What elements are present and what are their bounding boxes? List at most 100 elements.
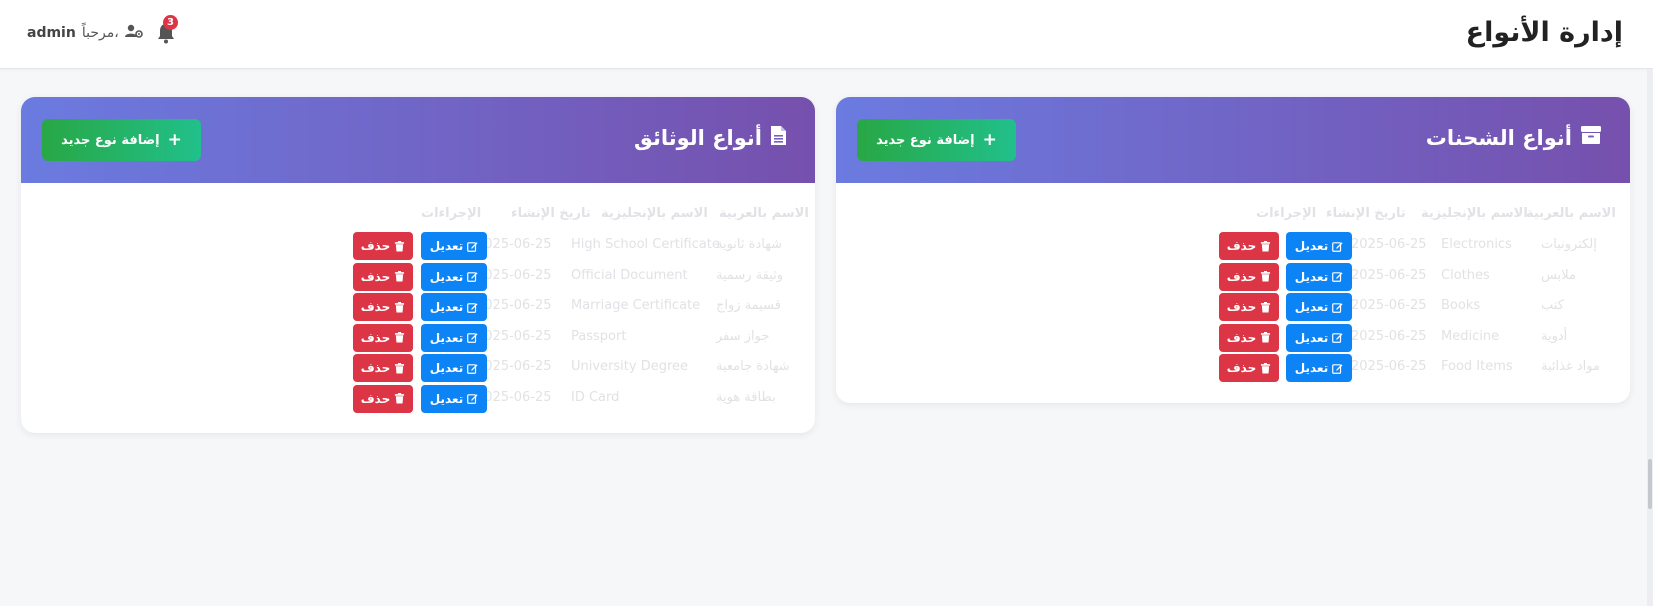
trash-icon — [395, 332, 405, 343]
trash-icon — [395, 393, 405, 404]
table-cell-date: 2025-06-25 — [476, 298, 552, 313]
delete-label: حذف — [1226, 269, 1257, 284]
table-cell-en: University Degree — [571, 359, 689, 374]
edit-icon — [1332, 333, 1343, 343]
card-header: أنواع الوثائق + إضافة نوع جديد — [21, 97, 815, 183]
edit-button[interactable]: تعديل — [421, 323, 487, 352]
table-cell-en: Official Document — [571, 267, 688, 283]
table-cell-date: 2025-06-25 — [476, 389, 552, 405]
edit-icon — [467, 394, 478, 404]
table-cell-en: Clothes — [1441, 267, 1490, 283]
table-cell-en: Passport — [571, 328, 627, 344]
table-cell-date: 2025-06-25 — [476, 267, 552, 283]
delete-button[interactable]: حذف — [353, 232, 413, 260]
trash-icon — [1261, 332, 1271, 343]
table-cell-ar: كتب — [1541, 298, 1564, 313]
add-shipment-type-button[interactable]: + إضافة نوع جديد — [857, 119, 1016, 161]
delete-button[interactable]: حذف — [1219, 293, 1279, 321]
edit-label: تعديل — [429, 361, 464, 375]
user-menu[interactable]: admin مرحباً، — [27, 24, 143, 42]
edit-label: تعديل — [429, 391, 464, 406]
table-cell-en: ID Card — [571, 389, 620, 405]
edit-label: تعديل — [1294, 239, 1329, 253]
trash-icon — [1261, 301, 1271, 313]
shipments-types-card: أنواع الشحنات + إضافة نوع جديد الاسم بال… — [836, 97, 1630, 403]
card-header: أنواع الشحنات + إضافة نوع جديد — [836, 97, 1630, 183]
user-cog-icon — [124, 24, 143, 42]
scrollbar-track[interactable] — [1647, 69, 1653, 606]
delete-button[interactable]: حذف — [1219, 232, 1279, 260]
documents-types-card: أنواع الوثائق + إضافة نوع جديد الاسم بال… — [21, 97, 815, 433]
delete-label: حذف — [1226, 361, 1257, 375]
box-icon — [1580, 125, 1602, 150]
delete-button[interactable]: حذف — [1219, 323, 1279, 352]
edit-button[interactable]: تعديل — [1286, 232, 1352, 260]
scrollbar-thumb[interactable] — [1648, 459, 1652, 509]
edit-label: تعديل — [1294, 330, 1329, 345]
delete-label: حذف — [360, 330, 391, 345]
table-cell-ar: شهادة جامعية — [716, 359, 790, 374]
delete-label: حذف — [1226, 239, 1257, 253]
table-cell-en: Electronics — [1441, 237, 1512, 252]
trash-icon — [395, 240, 405, 252]
table-cell-ar: ملابس — [1541, 267, 1576, 283]
table-cell-date: 2025-06-25 — [476, 237, 552, 252]
delete-label: حذف — [1226, 330, 1257, 345]
edit-label: تعديل — [1294, 269, 1329, 284]
table-cell-ar: شهادة ثانوية — [716, 237, 783, 252]
table-cell-ar: قسيمة زواج — [716, 298, 781, 313]
edit-button[interactable]: تعديل — [421, 232, 487, 260]
edit-button[interactable]: تعديل — [421, 354, 487, 382]
edit-label: تعديل — [1294, 300, 1329, 314]
delete-button[interactable]: حذف — [353, 384, 413, 413]
file-icon — [770, 125, 787, 151]
table-cell-en: Medicine — [1441, 328, 1500, 344]
trash-icon — [395, 301, 405, 313]
trash-icon — [1261, 271, 1271, 282]
edit-button[interactable]: تعديل — [1286, 293, 1352, 321]
table-cell-date: 2025-06-25 — [1351, 328, 1427, 344]
edit-button[interactable]: تعديل — [421, 262, 487, 291]
table-cell-date: 2025-06-25 — [1351, 359, 1427, 374]
delete-label: حذف — [1226, 300, 1257, 314]
delete-button[interactable]: حذف — [353, 354, 413, 382]
delete-button[interactable]: حذف — [353, 323, 413, 352]
card-title: أنواع الوثائق — [634, 125, 787, 151]
delete-button[interactable]: حذف — [353, 262, 413, 291]
edit-icon — [1332, 241, 1343, 252]
top-navbar: إدارة الأنواع admin مرحباً، 3 — [0, 0, 1653, 69]
table-cell-date: 2025-06-25 — [476, 328, 552, 344]
edit-button[interactable]: تعديل — [1286, 262, 1352, 291]
edit-icon — [467, 333, 478, 343]
notification-badge: 3 — [163, 15, 178, 30]
delete-button[interactable]: حذف — [353, 293, 413, 321]
table-cell-date: 2025-06-25 — [1351, 267, 1427, 283]
edit-icon — [1332, 302, 1343, 313]
page-title: إدارة الأنواع — [1465, 17, 1623, 48]
edit-icon — [467, 272, 478, 282]
edit-icon — [467, 302, 478, 313]
table-cell-ar: أدوية — [1541, 328, 1568, 344]
trash-icon — [395, 362, 405, 374]
delete-label: حذف — [360, 269, 391, 284]
edit-button[interactable]: تعديل — [421, 384, 487, 413]
trash-icon — [395, 271, 405, 282]
table-cell-ar: مواد غذائية — [1541, 359, 1600, 374]
user-name: admin — [27, 25, 76, 41]
table-header-cell: تاريخ الإنشاء — [1326, 206, 1406, 221]
table-cell-date: 2025-06-25 — [476, 359, 552, 374]
edit-label: تعديل — [1294, 361, 1329, 375]
add-document-type-button[interactable]: + إضافة نوع جديد — [42, 119, 201, 161]
plus-icon: + — [167, 130, 182, 150]
edit-button[interactable]: تعديل — [1286, 323, 1352, 352]
edit-button[interactable]: تعديل — [421, 293, 487, 321]
delete-button[interactable]: حذف — [1219, 354, 1279, 382]
delete-button[interactable]: حذف — [1219, 262, 1279, 291]
edit-icon — [467, 363, 478, 374]
greeting-text: مرحباً، — [81, 25, 119, 41]
edit-icon — [1332, 272, 1343, 282]
table-cell-date: 2025-06-25 — [1351, 237, 1427, 252]
table-cell-en: High School Certificate — [571, 237, 720, 252]
edit-label: تعديل — [429, 269, 464, 284]
edit-button[interactable]: تعديل — [1286, 354, 1352, 382]
